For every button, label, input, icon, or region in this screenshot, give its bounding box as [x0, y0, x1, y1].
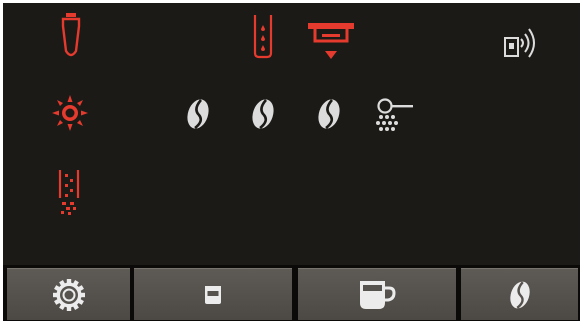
- small-cup-icon: [205, 285, 221, 304]
- bottom-button-bar: [3, 265, 580, 321]
- large-cup-button[interactable]: [298, 268, 456, 320]
- coffee-bean-icon: [252, 99, 274, 130]
- gear-icon: [52, 278, 85, 311]
- coffee-cup-icon: [360, 280, 396, 309]
- coffee-bean-icon: [509, 280, 530, 309]
- drip-tray-icon: [308, 23, 354, 59]
- coffee-machine-display: [3, 3, 580, 321]
- water-filter-icon: [61, 13, 81, 57]
- water-tank-icon: [253, 15, 273, 59]
- rinse-icon: [52, 95, 88, 131]
- small-cup-button[interactable]: [134, 268, 292, 320]
- coffee-bean-icon: [318, 99, 340, 130]
- settings-button[interactable]: [7, 268, 130, 320]
- coffee-strength-button[interactable]: [461, 268, 578, 320]
- coffee-bean-icon: [187, 99, 209, 130]
- ground-coffee-icon: [376, 98, 413, 131]
- wireless-connect-icon: [504, 28, 535, 58]
- descale-icon: [58, 170, 80, 215]
